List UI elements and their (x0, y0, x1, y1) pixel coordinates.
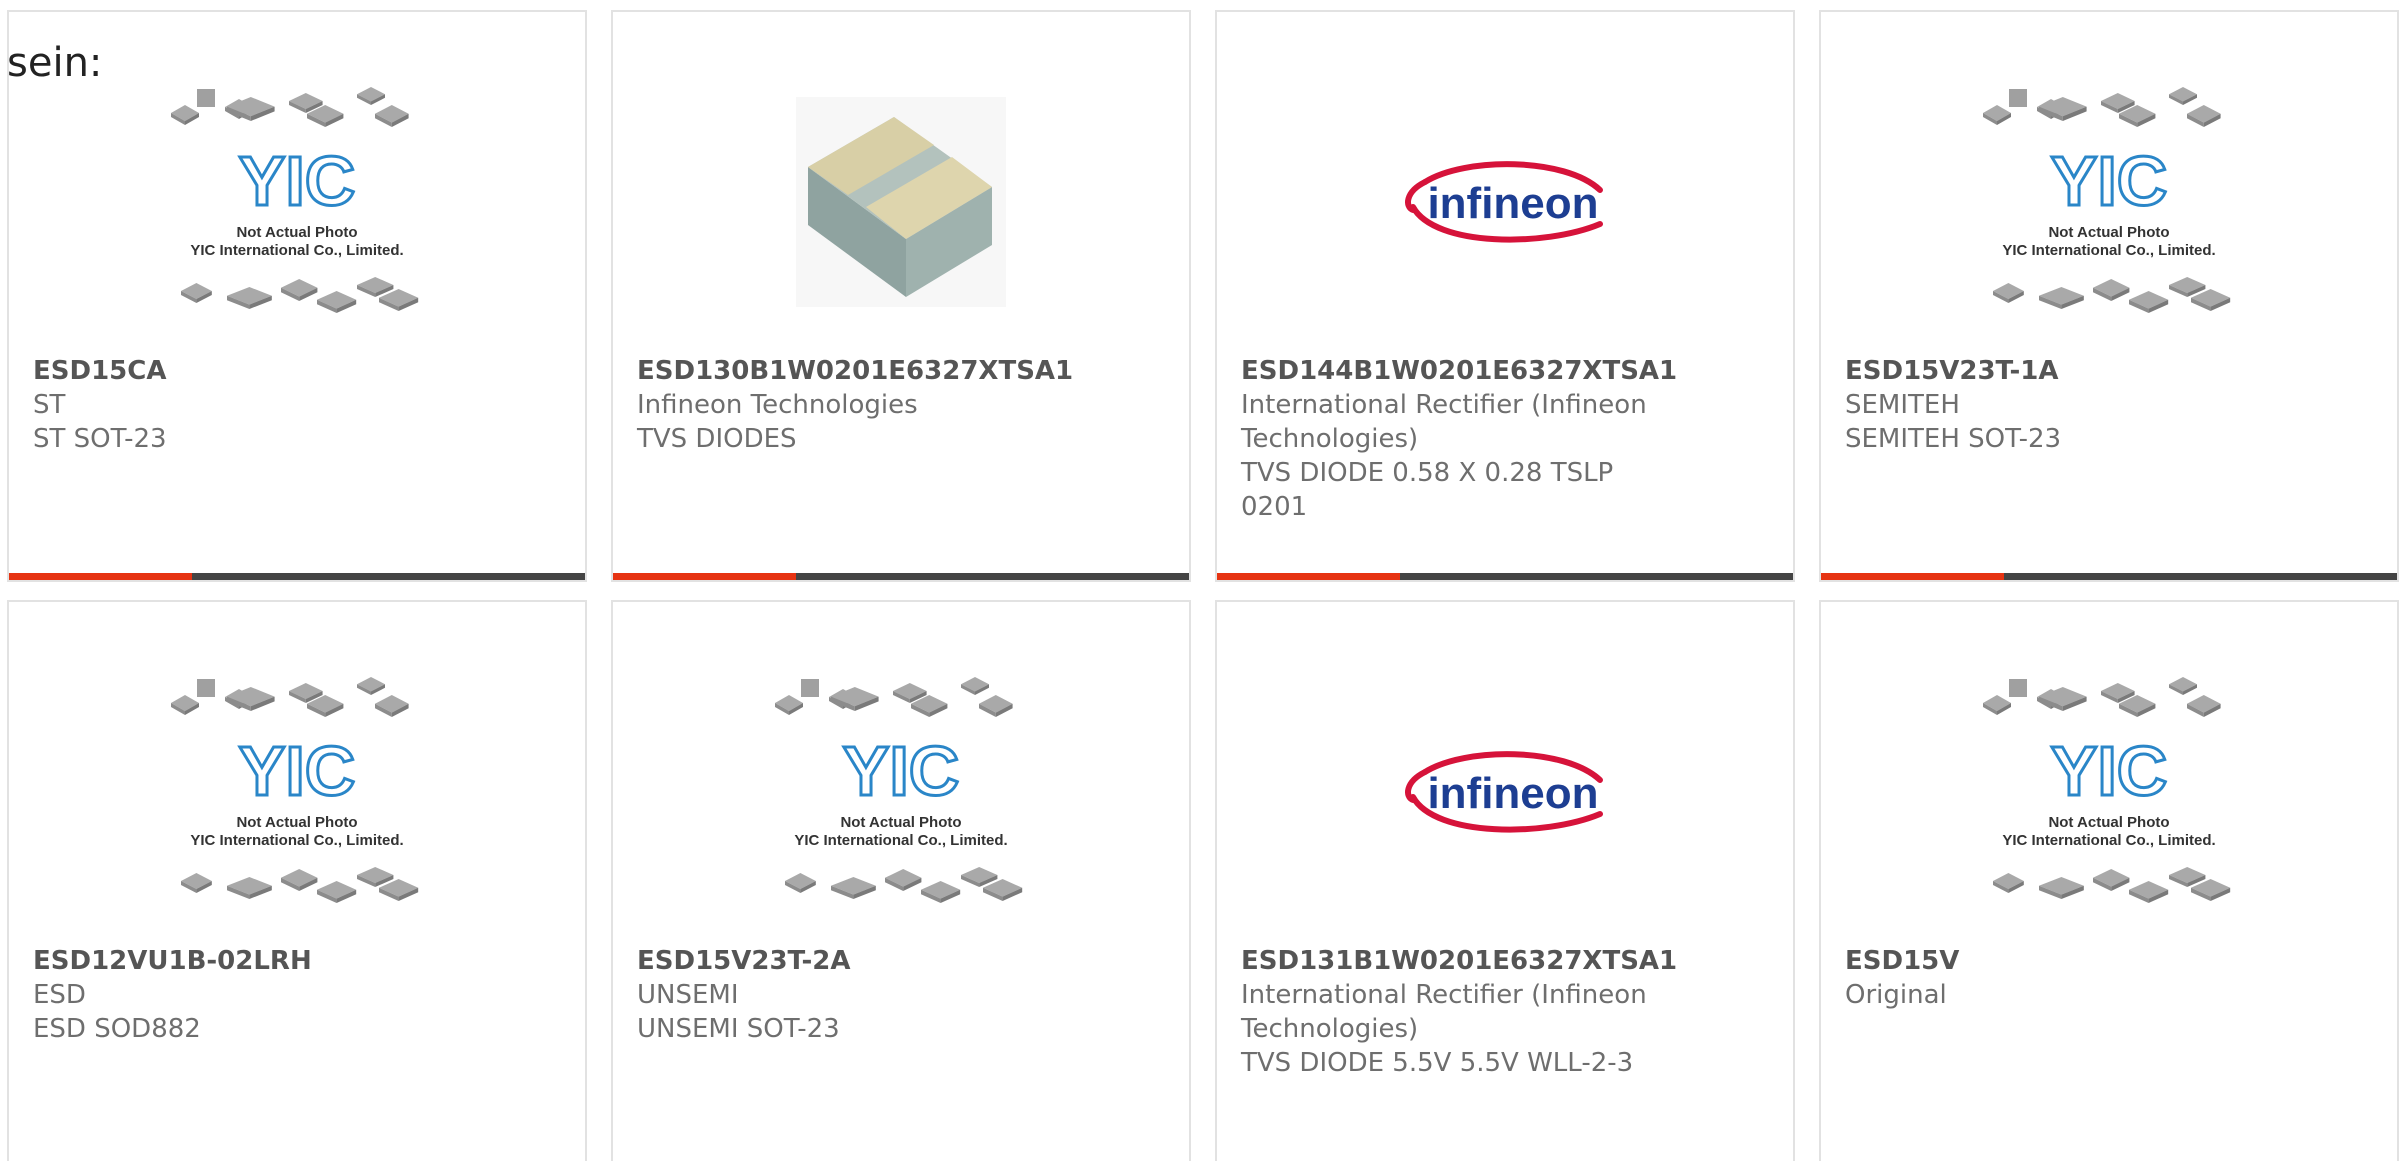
product-detail-line: ST (33, 390, 66, 420)
infineon-logo: infineon (1405, 751, 1603, 833)
product-detail-line: Technologies) (1241, 1014, 1419, 1044)
product-image[interactable]: YIC Not Actual Photo YIC International C… (1821, 642, 2397, 942)
product-detail-line: ESD SOD882 (33, 1014, 201, 1044)
product-card[interactable]: YIC Not Actual Photo YIC International C… (7, 10, 587, 582)
product-info: ESD15V23T-2A UNSEMI UNSEMI SOT-23 (637, 944, 1057, 1046)
product-info: ESD15V23T-1A SEMITEH SEMITEH SOT-23 (1845, 354, 2265, 456)
product-detail-line: UNSEMI SOT-23 (637, 1014, 840, 1044)
product-detail-line: International Rectifier (Infineon (1241, 390, 1647, 420)
product-detail-line: Infineon Technologies (637, 390, 918, 420)
product-card[interactable]: YIC Not Actual Photo YIC International C… (1819, 10, 2399, 582)
product-detail-line: Original (1845, 980, 1947, 1010)
placeholder-caption-line1: Not Actual Photo (236, 224, 357, 241)
product-image[interactable]: YIC Not Actual Photo YIC International C… (9, 52, 585, 352)
yic-logo: YIC (239, 732, 356, 810)
product-part-number[interactable]: ESD15V23T-2A (637, 944, 1057, 978)
product-image[interactable]: infineon (1217, 52, 1793, 352)
product-detail-line: UNSEMI (637, 980, 739, 1010)
placeholder-caption-line1: Not Actual Photo (2048, 224, 2169, 241)
chip-component-image (796, 97, 1006, 307)
product-part-number[interactable]: ESD130B1W0201E6327XTSA1 (637, 354, 1073, 388)
product-part-number[interactable]: ESD15CA (33, 354, 453, 388)
placeholder-caption-line1: Not Actual Photo (2048, 814, 2169, 831)
placeholder-caption-line1: Not Actual Photo (236, 814, 357, 831)
yic-logo: YIC (2051, 142, 2168, 220)
product-part-number[interactable]: ESD15V23T-1A (1845, 354, 2265, 388)
product-grid-page: sein: YIC Not Actual Photo YIC Internati… (0, 0, 2400, 1161)
product-card[interactable]: YIC Not Actual Photo YIC International C… (7, 600, 587, 1161)
product-detail-line: ESD (33, 980, 86, 1010)
product-detail-line: ST SOT-23 (33, 424, 167, 454)
product-card[interactable]: YIC Not Actual Photo YIC International C… (1819, 600, 2399, 1161)
product-image[interactable]: infineon (1217, 642, 1793, 942)
product-detail-line: TVS DIODE 5.5V 5.5V WLL-2-3 (1241, 1048, 1634, 1078)
svg-text:infineon: infineon (1427, 179, 1598, 228)
product-info: ESD130B1W0201E6327XTSA1 Infineon Technol… (637, 354, 1073, 456)
product-detail-line: SEMITEH (1845, 390, 1960, 420)
not-actual-photo-image: YIC Not Actual Photo YIC International C… (1983, 677, 2231, 903)
card-accent-bar (9, 573, 585, 580)
product-detail-line: International Rectifier (Infineon (1241, 980, 1647, 1010)
placeholder-caption-line2: YIC International Co., Limited. (190, 832, 403, 849)
product-part-number[interactable]: ESD15V (1845, 944, 2265, 978)
not-actual-photo-image: YIC Not Actual Photo YIC International C… (775, 677, 1023, 903)
svg-text:infineon: infineon (1427, 769, 1598, 818)
product-info: ESD15CA ST ST SOT-23 (33, 354, 453, 456)
product-info: ESD15V Original (1845, 944, 2265, 1012)
placeholder-caption-line2: YIC International Co., Limited. (794, 832, 1007, 849)
product-card[interactable]: infineon ESD144B1W0201E6327XTSA1 Interna… (1215, 10, 1795, 582)
product-detail-line: 0201 (1241, 492, 1308, 522)
product-part-number[interactable]: ESD131B1W0201E6327XTSA1 (1241, 944, 1677, 978)
placeholder-caption-line2: YIC International Co., Limited. (2002, 832, 2215, 849)
product-info: ESD12VU1B-02LRH ESD ESD SOD882 (33, 944, 453, 1046)
not-actual-photo-image: YIC Not Actual Photo YIC International C… (1983, 87, 2231, 313)
not-actual-photo-image: YIC Not Actual Photo YIC International C… (171, 677, 419, 903)
product-card[interactable]: infineon ESD131B1W0201E6327XTSA1 Interna… (1215, 600, 1795, 1161)
card-accent-bar (613, 573, 1189, 580)
product-info: ESD131B1W0201E6327XTSA1 International Re… (1241, 944, 1677, 1080)
yic-logo: YIC (2051, 732, 2168, 810)
product-image[interactable] (613, 52, 1189, 352)
product-image[interactable]: YIC Not Actual Photo YIC International C… (9, 642, 585, 942)
product-detail-line: TVS DIODE 0.58 X 0.28 TSLP (1241, 458, 1614, 488)
card-accent-bar (1217, 573, 1793, 580)
placeholder-caption-line1: Not Actual Photo (840, 814, 961, 831)
yic-logo: YIC (843, 732, 960, 810)
product-detail-line: Technologies) (1241, 424, 1419, 454)
yic-logo: YIC (239, 142, 356, 220)
placeholder-caption-line2: YIC International Co., Limited. (190, 242, 403, 259)
infineon-logo: infineon (1405, 161, 1603, 243)
product-image[interactable]: YIC Not Actual Photo YIC International C… (613, 642, 1189, 942)
product-image[interactable]: YIC Not Actual Photo YIC International C… (1821, 52, 2397, 352)
card-accent-bar (1821, 573, 2397, 580)
product-card[interactable]: ESD130B1W0201E6327XTSA1 Infineon Technol… (611, 10, 1191, 582)
product-detail-line: TVS DIODES (637, 424, 797, 454)
product-part-number[interactable]: ESD144B1W0201E6327XTSA1 (1241, 354, 1677, 388)
product-part-number[interactable]: ESD12VU1B-02LRH (33, 944, 453, 978)
intro-text: sein: (7, 40, 103, 86)
product-detail-line: SEMITEH SOT-23 (1845, 424, 2062, 454)
not-actual-photo-image: YIC Not Actual Photo YIC International C… (171, 87, 419, 313)
product-info: ESD144B1W0201E6327XTSA1 International Re… (1241, 354, 1677, 524)
placeholder-caption-line2: YIC International Co., Limited. (2002, 242, 2215, 259)
product-card[interactable]: YIC Not Actual Photo YIC International C… (611, 600, 1191, 1161)
